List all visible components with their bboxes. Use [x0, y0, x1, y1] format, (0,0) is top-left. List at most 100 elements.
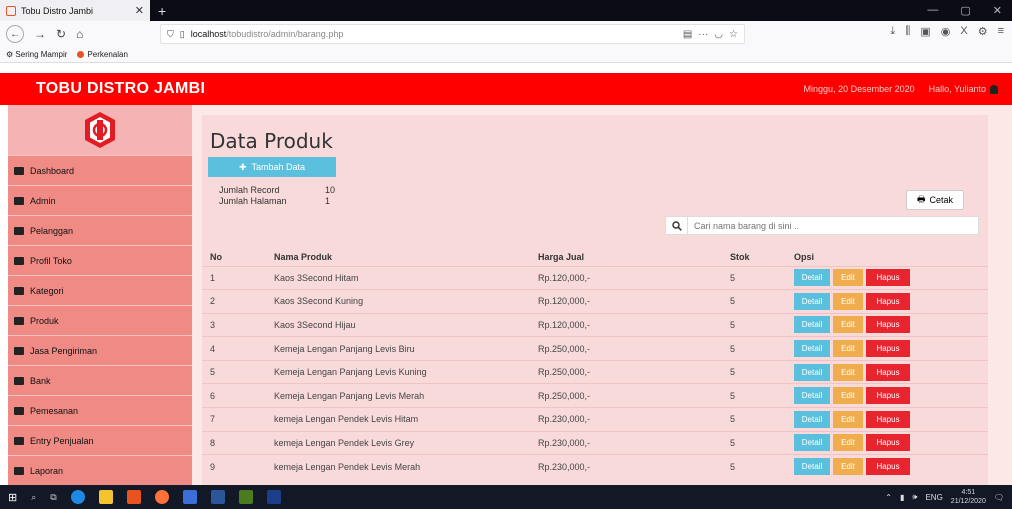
search-icon[interactable]: ⌕	[31, 492, 36, 503]
task-view-icon[interactable]: ⧉	[50, 492, 56, 503]
detail-button[interactable]: Detail	[794, 292, 830, 310]
bookmark-sering-mampir[interactable]: ⚙ Sering Mampir	[6, 50, 67, 59]
delete-button[interactable]: Hapus	[866, 387, 910, 405]
sidebar-item-kategori[interactable]: Kategori	[8, 275, 192, 305]
photoshop-icon[interactable]	[266, 490, 281, 504]
detail-button[interactable]: Detail	[794, 387, 830, 405]
sidebar-item-pemesanan[interactable]: Pemesanan	[8, 395, 192, 425]
sidebar-item-jasa-pengiriman[interactable]: Jasa Pengiriman	[8, 335, 192, 365]
page-actions-icon[interactable]: ···	[698, 29, 708, 40]
sidebar-toggle-icon[interactable]: ▣	[920, 25, 930, 38]
delete-button[interactable]: Hapus	[866, 269, 910, 287]
table-header-row: No Nama Produk Harga Jual Stok Opsi	[202, 248, 988, 266]
edit-button[interactable]: Edit	[833, 363, 863, 381]
brand-title[interactable]: TOBU DISTRO JAMBI	[36, 80, 205, 98]
shield-icon[interactable]: ⛉	[167, 29, 174, 40]
url-bar[interactable]: ⛉ ▯ localhost/tobudistro/admin/barang.ph…	[160, 24, 745, 44]
edit-button[interactable]: Edit	[833, 458, 863, 476]
delete-button[interactable]: Hapus	[866, 458, 910, 476]
download-icon[interactable]: ⤓	[890, 25, 895, 38]
sidebar-item-entry-penjualan[interactable]: Entry Penjualan	[8, 425, 192, 455]
volume-icon[interactable]: 🕪	[912, 492, 917, 502]
edit-button[interactable]: Edit	[833, 410, 863, 428]
sidebar-item-profil-toko[interactable]: Profil Toko	[8, 245, 192, 275]
cell-opsi: Detail Edit Hapus	[786, 383, 988, 408]
delete-button[interactable]: Hapus	[866, 316, 910, 334]
clock[interactable]: 4:51 21/12/2020	[951, 488, 986, 506]
edit-button[interactable]: Edit	[833, 434, 863, 452]
url-host: localhost	[190, 29, 227, 39]
sidebar-item-admin[interactable]: Admin	[8, 185, 192, 215]
detail-button[interactable]: Detail	[794, 410, 830, 428]
show-hidden-icon[interactable]: ⌃	[885, 493, 892, 502]
restore-icon[interactable]: ▢	[960, 4, 970, 17]
detail-button[interactable]: Detail	[794, 316, 830, 334]
add-data-button[interactable]: ✚ Tambah Data	[208, 157, 336, 177]
delete-button[interactable]: Hapus	[866, 292, 910, 310]
bookmark-perkenalan[interactable]: Perkenalan	[77, 50, 128, 59]
cell-opsi: Detail Edit Hapus	[786, 430, 988, 455]
file-explorer-icon[interactable]	[98, 490, 113, 504]
cell-no: 1	[202, 265, 266, 290]
detail-button[interactable]: Detail	[794, 269, 830, 287]
notification-icon[interactable]: 🗨	[994, 493, 1004, 502]
close-window-icon[interactable]: ✕	[993, 4, 1002, 17]
extension2-icon[interactable]: ⚙	[978, 25, 988, 38]
library-icon[interactable]: ⫼	[905, 25, 910, 38]
user-greeting[interactable]: Hallo, Yulianto	[929, 84, 998, 94]
edit-button[interactable]: Edit	[833, 316, 863, 334]
reload-icon[interactable]: ↻	[56, 27, 66, 41]
sidebar-item-pelanggan[interactable]: Pelanggan	[8, 215, 192, 245]
word-icon[interactable]	[210, 490, 225, 504]
mail-icon[interactable]	[182, 490, 197, 504]
cell-no: 8	[202, 430, 266, 455]
detail-button[interactable]: Detail	[794, 340, 830, 358]
new-tab-icon[interactable]: +	[158, 3, 166, 19]
col-opsi: Opsi	[794, 251, 815, 262]
forward-icon[interactable]: →	[34, 27, 46, 41]
sidebar-item-laporan[interactable]: Laporan	[8, 455, 192, 485]
delete-button[interactable]: Hapus	[866, 410, 910, 428]
close-tab-icon[interactable]: ✕	[135, 4, 144, 17]
home-icon[interactable]: ⌂	[76, 27, 83, 41]
delete-button[interactable]: Hapus	[866, 363, 910, 381]
windows-start-icon[interactable]: ⊞	[8, 491, 17, 504]
bookmark-star-icon[interactable]: ☆	[729, 29, 738, 40]
edge-icon[interactable]	[70, 490, 85, 504]
page-count-label: Jumlah Halaman	[219, 196, 287, 206]
sidebar-item-bank[interactable]: Bank	[8, 365, 192, 395]
cell-harga-jual: Rp.120,000,-	[530, 312, 722, 337]
menu-icon[interactable]: ≡	[998, 25, 1004, 38]
main-content: Data Produk ✚ Tambah Data Jumlah Record 10…	[192, 105, 1012, 485]
network-icon[interactable]: ▮	[900, 493, 904, 502]
reader-view-icon[interactable]: ▤	[683, 29, 692, 40]
dollar-icon	[14, 376, 24, 385]
table-row: 1 Kaos 3Second Hitam Rp.120,000,- 5 Detail Ed…	[202, 265, 988, 290]
pocket-icon[interactable]: ◡	[714, 29, 723, 40]
back-icon[interactable]: ←	[6, 25, 24, 43]
edit-button[interactable]: Edit	[833, 387, 863, 405]
sidebar-item-produk[interactable]: Produk	[8, 305, 192, 335]
search-input[interactable]	[688, 217, 978, 234]
sidebar-item-dashboard[interactable]: Dashboard	[8, 155, 192, 185]
delete-button[interactable]: Hapus	[866, 434, 910, 452]
firefox-icon[interactable]	[154, 490, 169, 504]
minimize-icon[interactable]: —	[927, 4, 938, 17]
extension-icon[interactable]: X	[960, 25, 967, 38]
account-icon[interactable]: ◉	[941, 25, 951, 38]
browser-tab[interactable]: Tobu Distro Jambi ✕	[0, 0, 150, 21]
edit-button[interactable]: Edit	[833, 340, 863, 358]
edit-button[interactable]: Edit	[833, 292, 863, 310]
cell-stok: 5	[722, 430, 786, 455]
cell-harga-jual: Rp.120,000,-	[530, 265, 722, 290]
detail-button[interactable]: Detail	[794, 434, 830, 452]
detail-button[interactable]: Detail	[794, 363, 830, 381]
search-icon[interactable]	[666, 217, 688, 234]
print-button[interactable]: 🖶 Cetak	[906, 190, 964, 210]
language-indicator[interactable]: ENG	[925, 493, 942, 502]
delete-button[interactable]: Hapus	[866, 340, 910, 358]
dreamweaver-icon[interactable]	[238, 490, 253, 504]
xampp-icon[interactable]	[126, 490, 141, 504]
edit-button[interactable]: Edit	[833, 269, 863, 287]
detail-button[interactable]: Detail	[794, 458, 830, 476]
